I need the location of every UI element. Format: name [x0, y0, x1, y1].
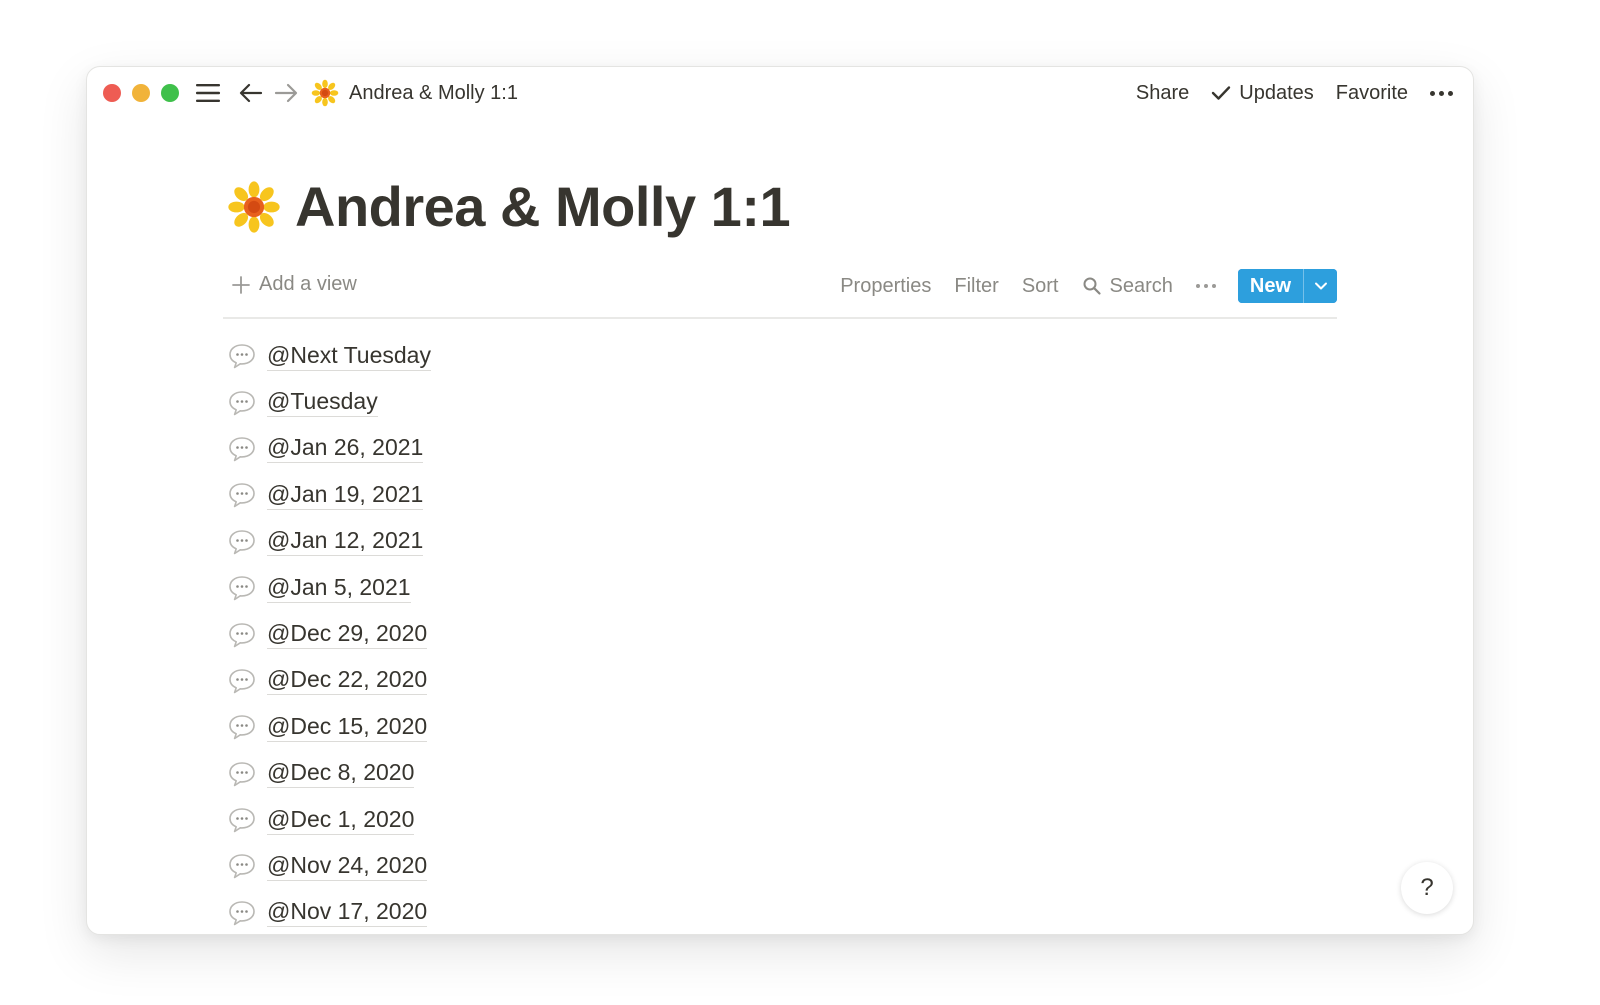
view-tools: Properties Filter Sort Search New [840, 269, 1337, 303]
filter-label: Filter [954, 274, 999, 297]
back-arrow-icon[interactable] [238, 81, 264, 105]
speech-bubble-icon [229, 761, 255, 787]
list-item[interactable]: @Dec 15, 2020 [227, 704, 431, 750]
speech-bubble-icon [229, 437, 255, 462]
list-item[interactable]: @Jan 19, 2021 [227, 472, 431, 518]
list-item-title[interactable]: @Dec 29, 2020 [267, 620, 428, 650]
search-icon [1083, 277, 1101, 295]
titlebar: Andrea & Molly 1:1 Share Updates Favorit… [87, 67, 1473, 119]
sort-label: Sort [1021, 274, 1059, 297]
add-view-button[interactable]: Add a view [231, 273, 357, 296]
speech-bubble-icon [229, 715, 255, 740]
speech-bubble-icon [229, 483, 255, 508]
search-button[interactable]: Search [1082, 275, 1173, 298]
speech-bubble-icon [229, 854, 255, 879]
page-title[interactable]: Andrea & Molly 1:1 [295, 175, 791, 239]
sort-button[interactable]: Sort [1022, 275, 1059, 298]
list-item[interactable]: @Nov 24, 2020 [227, 843, 431, 889]
filter-button[interactable]: Filter [954, 275, 998, 298]
list-item[interactable]: @Dec 22, 2020 [227, 658, 431, 704]
speech-bubble-icon [229, 344, 255, 369]
list-item[interactable]: @Dec 8, 2020 [227, 751, 431, 797]
list-item-title[interactable]: @Nov 24, 2020 [267, 852, 428, 881]
speech-bubble-icon [229, 529, 255, 555]
sidebar-menu-icon[interactable] [195, 81, 221, 105]
minimize-window-button[interactable] [132, 84, 150, 102]
updates-label: Updates [1239, 81, 1314, 104]
plus-icon [232, 275, 250, 294]
titlebar-actions: Share Updates Favorite [1114, 79, 1453, 107]
speech-bubble-icon [229, 808, 255, 833]
list-item[interactable]: @Dec 29, 2020 [227, 611, 431, 657]
list-item[interactable]: @Tuesday [227, 379, 431, 425]
list-item-title[interactable]: @Tuesday [267, 388, 378, 418]
properties-label: Properties [840, 274, 932, 297]
list-item[interactable]: @Nov 17, 2020 [227, 890, 431, 934]
speech-bubble-icon [229, 576, 255, 601]
speech-bubble-icon [229, 622, 255, 647]
share-label: Share [1135, 81, 1190, 104]
new-label: New [1249, 274, 1291, 297]
sunflower-icon[interactable] [227, 180, 281, 234]
add-view-label: Add a view [259, 273, 357, 295]
properties-button[interactable]: Properties [840, 275, 931, 298]
updates-button[interactable]: Updates [1211, 82, 1314, 105]
favorite-button[interactable]: Favorite [1336, 82, 1408, 105]
list-item-title[interactable]: @Jan 26, 2021 [267, 434, 424, 464]
list-item-title[interactable]: @Jan 5, 2021 [267, 574, 411, 603]
list-item[interactable]: @Next Tuesday [227, 333, 431, 379]
meeting-list: @Next Tuesday @Tuesday @Jan 26, 2021 @Ja… [227, 333, 431, 934]
database-toolbar: Add a view Properties Filter Sort Search [223, 267, 1337, 319]
search-label: Search [1109, 274, 1173, 297]
help-button[interactable]: ? [1401, 862, 1453, 914]
list-item[interactable]: @Jan 26, 2021 [227, 426, 431, 472]
new-button-group: New [1237, 269, 1337, 303]
breadcrumb[interactable]: Andrea & Molly 1:1 [311, 79, 518, 107]
help-label: ? [1420, 874, 1434, 901]
checkmark-icon [1212, 86, 1231, 100]
new-button[interactable]: New [1237, 269, 1303, 303]
more-options-icon[interactable] [1430, 90, 1453, 96]
new-template-dropdown[interactable] [1303, 269, 1337, 303]
forward-arrow-icon[interactable] [273, 81, 299, 105]
page-header: Andrea & Molly 1:1 [227, 175, 791, 239]
speech-bubble-icon [229, 390, 255, 415]
sunflower-icon [311, 79, 339, 107]
list-item-title[interactable]: @Nov 17, 2020 [267, 898, 428, 928]
speech-bubble-icon [229, 669, 255, 694]
share-button[interactable]: Share [1136, 82, 1189, 105]
list-item-title[interactable]: @Dec 1, 2020 [267, 806, 415, 835]
view-more-options-icon[interactable] [1195, 284, 1216, 288]
list-item[interactable]: @Jan 5, 2021 [227, 565, 431, 611]
list-item-title[interactable]: @Dec 22, 2020 [267, 666, 428, 696]
close-window-button[interactable] [103, 84, 121, 102]
list-item-title[interactable]: @Jan 12, 2021 [267, 527, 424, 557]
list-item[interactable]: @Jan 12, 2021 [227, 519, 431, 565]
list-item-title[interactable]: @Jan 19, 2021 [267, 481, 424, 510]
list-item-title[interactable]: @Dec 15, 2020 [267, 713, 428, 742]
speech-bubble-icon [229, 901, 255, 926]
list-item-title[interactable]: @Next Tuesday [267, 342, 431, 371]
favorite-label: Favorite [1335, 81, 1408, 104]
breadcrumb-title[interactable]: Andrea & Molly 1:1 [349, 82, 518, 105]
app-window: Andrea & Molly 1:1 Share Updates Favorit… [86, 66, 1474, 935]
zoom-window-button[interactable] [161, 84, 179, 102]
list-item-title[interactable]: @Dec 8, 2020 [267, 759, 415, 789]
chevron-down-icon [1314, 282, 1327, 290]
list-item[interactable]: @Dec 1, 2020 [227, 797, 431, 843]
